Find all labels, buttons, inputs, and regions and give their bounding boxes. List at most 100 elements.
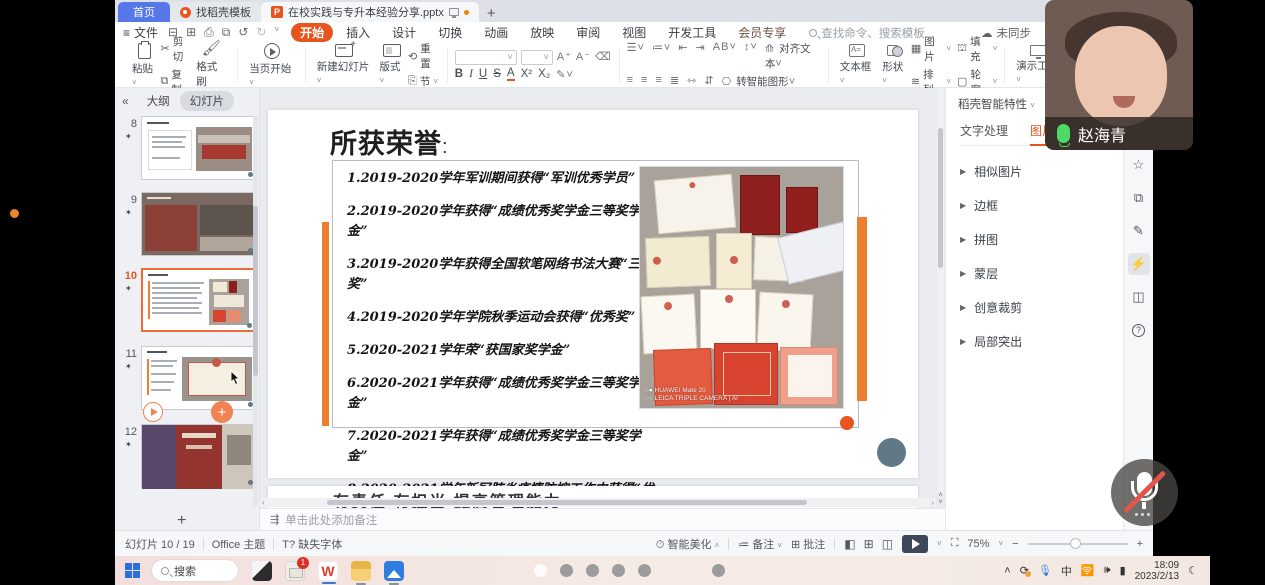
microphone-tray-icon[interactable]: 🎙: [1038, 564, 1052, 577]
align-text-button[interactable]: ⟰ 对齐文本˅: [765, 41, 821, 71]
play-from-current-button[interactable]: 当页开始˅: [245, 43, 298, 88]
clear-format-button[interactable]: ⌫: [595, 50, 612, 65]
ribbon-tab-view[interactable]: 视图: [613, 23, 655, 42]
taskbar-search[interactable]: 搜索: [152, 560, 238, 581]
new-slide-button[interactable]: 新建幻灯片˅: [313, 44, 376, 86]
slide-thumbnail-9[interactable]: 9 ✶: [115, 192, 260, 260]
ribbon-tab-developer[interactable]: 开发工具: [659, 23, 725, 42]
dot-indicator[interactable]: [586, 564, 599, 577]
textbox-handle-dot[interactable]: [840, 416, 854, 430]
slide-title[interactable]: 所获荣誉:: [330, 122, 449, 161]
fill-button[interactable]: ⛫填充˅: [957, 34, 997, 64]
zoom-knob[interactable]: [1070, 538, 1081, 549]
tab-outline[interactable]: 大纲: [137, 91, 180, 111]
text-direction-button[interactable]: AB˅: [713, 41, 737, 71]
dot-indicator[interactable]: [612, 564, 625, 577]
annotation-pen-icon[interactable]: ✎: [1128, 220, 1150, 242]
reset-button[interactable]: ⟲重置: [408, 41, 440, 71]
font-size-select[interactable]: ˅: [521, 50, 553, 65]
zoom-in-button[interactable]: +: [1137, 538, 1143, 550]
format-painter-button[interactable]: 🖌格式刷: [192, 41, 230, 89]
command-search[interactable]: 查找命令、搜索模板: [809, 25, 925, 41]
new-tab-button[interactable]: +: [487, 5, 496, 22]
slide-thumbnail-11[interactable]: 11 ✶ +: [115, 346, 260, 414]
volume-icon[interactable]: 🕪: [1104, 564, 1111, 577]
comments-button[interactable]: ⊞ 批注: [791, 536, 825, 552]
prev-next-slide-buttons[interactable]: ˄˅: [936, 492, 945, 506]
distribute-button[interactable]: ⇿: [687, 74, 697, 89]
font-color-button[interactable]: A: [507, 68, 515, 81]
justify-button[interactable]: ≣: [670, 74, 680, 89]
missing-font-warning[interactable]: T? 缺失字体: [282, 536, 342, 552]
subscript-button[interactable]: X₂: [538, 68, 550, 80]
beautify-button[interactable]: ⏱ 智能美化 ˄: [656, 536, 719, 552]
sidebar-item-similar-images[interactable]: ▶相似图片: [960, 163, 1123, 180]
notes-bar[interactable]: ⇶ 单击此处添加备注: [260, 508, 945, 530]
zoom-out-button[interactable]: −: [1012, 538, 1018, 550]
print-icon[interactable]: ⎙: [204, 25, 214, 40]
slide-thumbnail-8[interactable]: 8 ✶: [115, 116, 260, 184]
paste-button[interactable]: 粘贴˅: [128, 43, 161, 88]
insert-slide-button[interactable]: +: [211, 401, 233, 423]
smart-graphic-button[interactable]: ⎔ 转智能图形˅: [722, 74, 797, 89]
align-left-button[interactable]: ≡: [627, 74, 634, 89]
layout-button[interactable]: 版式˅: [375, 44, 408, 86]
section-button[interactable]: ⎘节˅: [408, 74, 440, 89]
slide-sorter-icon[interactable]: ⊞: [864, 537, 874, 551]
sidebar-item-borders[interactable]: ▶边框: [960, 197, 1123, 214]
add-slide-button[interactable]: +: [177, 512, 186, 530]
wifi-icon[interactable]: 🛜: [1081, 564, 1095, 577]
dot-indicator[interactable]: [712, 564, 725, 577]
notes-toggle-button[interactable]: ≔ 备注 ˅: [738, 536, 782, 552]
file-explorer-icon[interactable]: [351, 561, 371, 581]
tab-template-store[interactable]: 找稻壳模板: [170, 2, 261, 22]
certificates-photo[interactable]: ○● HUAWEI Mate 20 ○○ LEICA TRIPLE CAMERA…: [640, 167, 843, 408]
vertical-scrollbar[interactable]: [937, 88, 944, 492]
dot-indicator[interactable]: [560, 564, 573, 577]
battery-icon[interactable]: ▮: [1120, 564, 1126, 577]
reference-book-icon[interactable]: ◫: [1128, 286, 1150, 308]
text-box-button[interactable]: 文本框˅: [836, 44, 879, 86]
sidebar-item-local-highlight[interactable]: ▶局部突出: [960, 333, 1123, 350]
sidebar-item-mask[interactable]: ▶蒙层: [960, 265, 1123, 282]
smart-create-icon[interactable]: ☆: [1128, 154, 1150, 176]
start-button[interactable]: [125, 563, 140, 578]
zoom-level[interactable]: 75%: [967, 538, 989, 550]
dot-indicator[interactable]: [638, 564, 651, 577]
slide-thumbnail-10-selected[interactable]: 10 ✶: [115, 268, 260, 338]
preview-icon[interactable]: ⧉: [222, 25, 231, 40]
taskbar-app-icon[interactable]: [252, 561, 272, 581]
ribbon-tab-start[interactable]: 开始: [291, 23, 333, 42]
mail-app-icon[interactable]: 1: [285, 561, 305, 581]
normal-view-icon[interactable]: ◧: [844, 537, 855, 551]
shapes-button[interactable]: 形状˅: [878, 45, 911, 86]
ribbon-tab-insert[interactable]: 插入: [337, 23, 379, 42]
cut-button[interactable]: ✂剪切: [161, 34, 193, 64]
font-name-select[interactable]: ˅: [455, 50, 517, 65]
dot-indicator[interactable]: [534, 564, 547, 577]
undo-icon[interactable]: ↺: [238, 25, 248, 40]
ribbon-tab-review[interactable]: 审阅: [567, 23, 609, 42]
mute-microphone-button[interactable]: [1111, 459, 1178, 526]
duplicate-slides-icon[interactable]: ⧉: [1128, 187, 1150, 209]
tab-document[interactable]: P 在校实践与专升本经验分享.pptx: [261, 2, 479, 22]
zoom-slider[interactable]: [1028, 543, 1128, 545]
bullets-button[interactable]: ☰˅: [627, 41, 645, 71]
panel-scrollbar[interactable]: [253, 116, 258, 506]
line-spacing-button[interactable]: ↕˅: [744, 41, 758, 71]
redo-icon[interactable]: ↻: [256, 25, 266, 40]
underline-button[interactable]: U: [479, 68, 487, 80]
night-mode-icon[interactable]: ☾: [1188, 564, 1198, 577]
ribbon-tab-design[interactable]: 设计: [383, 23, 425, 42]
tab-home[interactable]: 首页: [118, 2, 170, 22]
file-menu[interactable]: ≡文件: [123, 24, 158, 41]
sidebar-tab-text[interactable]: 文字处理: [960, 122, 1008, 139]
clock[interactable]: 18:09 2023/2/13: [1135, 560, 1180, 582]
align-center-button[interactable]: ≡: [641, 74, 648, 89]
strikethrough-button[interactable]: S: [493, 68, 501, 80]
align-right-button[interactable]: ≡: [655, 74, 662, 89]
sidebar-item-collage[interactable]: ▶拼图: [960, 231, 1123, 248]
tab-slides[interactable]: 幻灯片: [180, 91, 235, 111]
sync-tray-icon[interactable]: ⟳: [1020, 564, 1029, 577]
photos-app-icon[interactable]: [384, 561, 404, 581]
